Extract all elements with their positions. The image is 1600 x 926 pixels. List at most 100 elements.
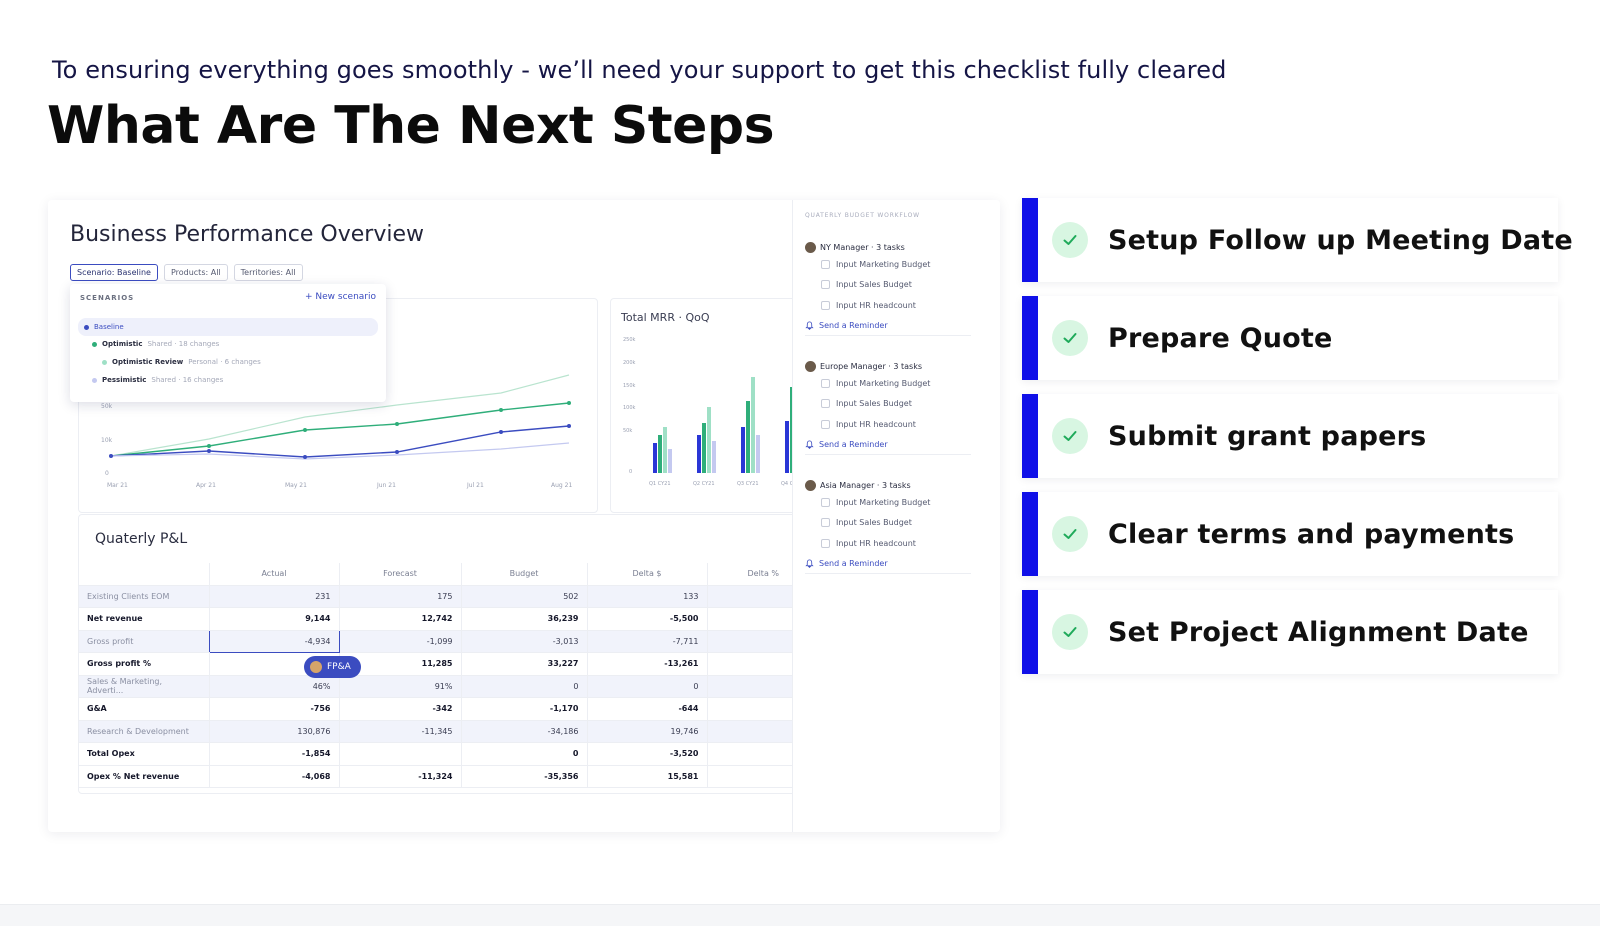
avatar [805, 241, 816, 253]
row-label: Gross profit % [79, 652, 209, 676]
x-tick: Q3 CY21 [737, 481, 759, 487]
send-reminder-button[interactable]: Send a Reminder [805, 435, 971, 455]
checklist-item: Prepare Quote [1022, 296, 1558, 380]
table-cell[interactable]: 12,742 [338, 607, 461, 631]
table-cell[interactable] [338, 742, 461, 766]
table-cell[interactable]: -3,013 [460, 630, 587, 653]
workflow-task[interactable]: Input Marketing Budget [805, 373, 971, 394]
table-cell[interactable]: -11,345 [338, 720, 461, 743]
table-cell[interactable]: 36,239 [460, 607, 587, 631]
reminder-label: Send a Reminder [819, 320, 888, 330]
accent-bar [1022, 492, 1038, 576]
workflow-task[interactable]: Input HR headcount [805, 414, 971, 435]
filter-products[interactable]: Products: All [163, 264, 228, 281]
filter-bar: Scenario: Baseline Products: All Territo… [70, 264, 303, 281]
workflow-group: Asia Manager · 3 tasks Input Marketing Bu… [805, 478, 971, 574]
avatar [805, 479, 816, 491]
series-points-blue [109, 424, 571, 459]
bell-icon [805, 558, 814, 568]
filter-scenario[interactable]: Scenario: Baseline [70, 264, 158, 281]
table-cell[interactable]: -5,500 [586, 607, 707, 631]
scenario-meta: Shared · 16 changes [151, 376, 224, 384]
table-cell[interactable]: -342 [338, 697, 461, 721]
task-checkbox[interactable] [821, 259, 830, 269]
workflow-task[interactable]: Input Sales Budget [805, 394, 971, 415]
workflow-task[interactable]: Input Sales Budget [805, 513, 971, 534]
pl-title: Quaterly P&L [95, 531, 188, 547]
column-header[interactable]: Actual [208, 563, 339, 586]
table-cell[interactable]: 0 [586, 675, 707, 698]
manager-header: NY Manager · 3 tasks [805, 240, 971, 254]
checklist-item: Submit grant papers [1022, 394, 1558, 478]
pl-header-row: Actual Forecast Budget Delta $ Delta % [79, 563, 808, 586]
table-cell[interactable]: -756 [208, 697, 339, 721]
send-reminder-button[interactable]: Send a Reminder [805, 316, 971, 336]
row-label: Sales & Marketing, Adverti... [79, 675, 209, 698]
manager-header: Asia Manager · 3 tasks [805, 478, 971, 492]
table-cell[interactable]: 130,876 [208, 720, 339, 743]
table-cell[interactable]: -1,854 [208, 742, 339, 766]
bell-icon [805, 439, 814, 449]
page-title: What Are The Next Steps [47, 96, 775, 156]
column-header[interactable]: Budget [460, 563, 587, 586]
task-checkbox[interactable] [821, 538, 830, 548]
workflow-task[interactable]: Input Marketing Budget [805, 254, 971, 275]
table-cell[interactable]: 46% [208, 675, 339, 698]
row-label: Net revenue [79, 607, 209, 631]
table-cell[interactable]: 33,227 [460, 652, 587, 676]
y-tick: 50k [623, 428, 632, 434]
table-cell[interactable]: 133 [586, 585, 707, 608]
table-cell[interactable]: -11,324 [338, 765, 461, 788]
table-cell[interactable]: 19,746 [586, 720, 707, 743]
scenario-item-baseline[interactable]: Baseline [78, 318, 378, 336]
table-row: Sales & Marketing, Adverti...46%91%00261 [79, 675, 808, 698]
table-cell[interactable]: 231 [208, 585, 339, 608]
table-cell[interactable]: 502 [460, 585, 587, 608]
scenario-item-optimistic-review[interactable]: Optimistic Review Personal · 6 changes [102, 358, 261, 366]
table-cell[interactable]: 9,144 [208, 607, 339, 631]
scenario-item-pessimistic[interactable]: Pessimistic Shared · 16 changes [92, 376, 223, 384]
table-cell[interactable]: 91% [338, 675, 461, 698]
row-label: Opex % Net revenue [79, 765, 209, 788]
column-header[interactable]: Forecast [338, 563, 461, 586]
table-cell[interactable]: -4,934 [208, 629, 340, 653]
task-checkbox[interactable] [821, 518, 830, 528]
table-cell[interactable]: 15,581 [586, 765, 707, 788]
y-tick: 50k [101, 403, 113, 410]
table-cell[interactable]: -34,186 [460, 720, 587, 743]
send-reminder-button[interactable]: Send a Reminder [805, 554, 971, 574]
column-header[interactable]: Delta $ [586, 563, 707, 586]
scenario-item-optimistic[interactable]: Optimistic Shared · 18 changes [92, 340, 219, 348]
table-cell[interactable]: -1,099 [338, 630, 461, 653]
workflow-task[interactable]: Input HR headcount [805, 533, 971, 554]
y-tick: 10k [101, 437, 113, 444]
manager-header: Europe Manager · 3 tasks [805, 359, 971, 373]
x-tick: May 21 [285, 482, 307, 489]
table-cell[interactable]: -644 [586, 697, 707, 721]
task-checkbox[interactable] [821, 497, 830, 507]
task-checkbox[interactable] [821, 300, 830, 310]
table-cell[interactable]: -35,356 [460, 765, 587, 788]
table-cell[interactable]: -3,520 [586, 742, 707, 766]
table-cell[interactable]: -1,170 [460, 697, 587, 721]
accent-bar [1022, 198, 1038, 282]
checklist-item: Set Project Alignment Date [1022, 590, 1558, 674]
workflow-task[interactable]: Input HR headcount [805, 295, 971, 316]
table-cell[interactable]: -7,711 [586, 630, 707, 653]
table-cell[interactable]: -4,068 [208, 765, 339, 788]
table-cell[interactable]: 0 [460, 675, 587, 698]
table-cell[interactable]: 0 [460, 742, 587, 766]
task-checkbox[interactable] [821, 419, 830, 429]
filter-territories[interactable]: Territories: All [233, 264, 303, 281]
table-cell[interactable]: 175 [338, 585, 461, 608]
workflow-task[interactable]: Input Sales Budget [805, 275, 971, 296]
workflow-task[interactable]: Input Marketing Budget [805, 492, 971, 513]
table-row: Total Opex -1,854 0 -3,520 [79, 742, 808, 766]
table-row: Research & Development 130,876 -11,345 -34,… [79, 720, 808, 743]
task-checkbox[interactable] [821, 378, 830, 388]
task-checkbox[interactable] [821, 280, 830, 290]
new-scenario-button[interactable]: + New scenario [305, 292, 376, 302]
task-checkbox[interactable] [821, 399, 830, 409]
table-cell[interactable]: -13,261 [586, 652, 707, 676]
fpa-label: FP&A [327, 662, 351, 672]
